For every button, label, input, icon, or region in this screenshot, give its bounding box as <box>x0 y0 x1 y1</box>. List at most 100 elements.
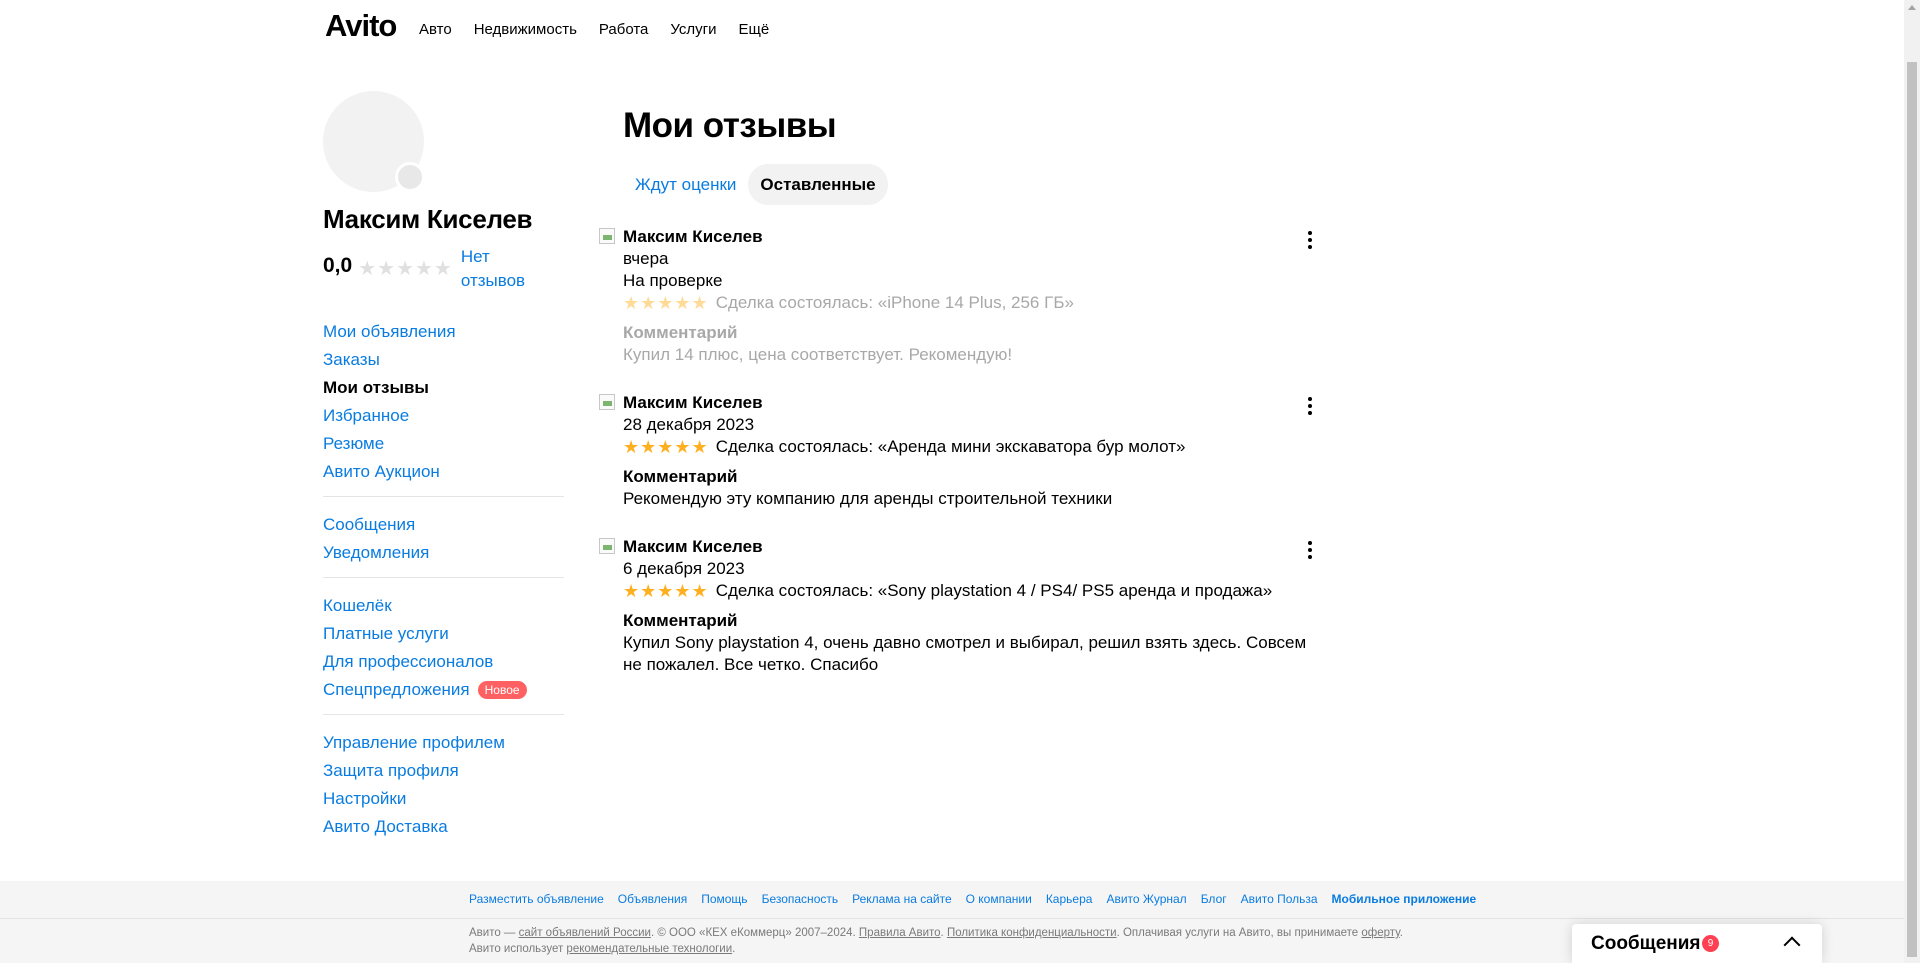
avatar-edit-badge[interactable] <box>395 162 425 192</box>
footer-link[interactable]: Объявления <box>618 892 687 906</box>
footer-link[interactable]: Авито Польза <box>1241 892 1318 906</box>
sidebar-group: Управление профилем Защита профиля Настрой… <box>323 729 564 851</box>
review-author: Максим Киселев <box>623 227 763 246</box>
nav-item-jobs[interactable]: Работа <box>599 21 649 38</box>
sidebar-item[interactable]: Сообщения <box>323 511 564 539</box>
review-author: Максим Киселев <box>623 393 763 412</box>
sidebar-item-label: Авито Аукцион <box>323 462 440 481</box>
messenger-unread-count: 9 <box>1702 935 1719 952</box>
tab-left[interactable]: Оставленные <box>748 164 888 205</box>
sidebar-item-label: Управление профилем <box>323 733 505 752</box>
footer-legal-link[interactable]: Правила Авито <box>859 927 941 939</box>
footer-legal-link[interactable]: оферту <box>1361 927 1399 939</box>
more-options-icon[interactable] <box>1302 541 1318 559</box>
nav-item-more[interactable]: Ещё <box>739 21 770 38</box>
nav-item-realty[interactable]: Недвижимость <box>474 21 577 38</box>
more-options-icon[interactable] <box>1302 397 1318 415</box>
review-status: На проверке <box>623 271 723 290</box>
sidebar-item[interactable]: Уведомления <box>323 539 564 567</box>
footer-link[interactable]: Реклама на сайте <box>852 892 952 906</box>
top-nav: Авто Недвижимость Работа Услуги Ещё <box>419 21 769 38</box>
footer-legal: Авито — сайт объявлений России. © ООО «К… <box>469 927 1403 955</box>
sidebar-item[interactable]: Защита профиля <box>323 757 564 785</box>
footer-legal-link[interactable]: сайт объявлений России <box>519 927 651 939</box>
sidebar-item[interactable]: Заказы <box>323 346 564 374</box>
sidebar-group: Мои объявления Заказы Мои отзывы Избранное Р… <box>323 318 564 497</box>
review-comment-label: Комментарий <box>623 467 738 486</box>
sidebar-item[interactable]: Для профессионалов <box>323 648 564 676</box>
footer-link[interactable]: О компании <box>966 892 1032 906</box>
profile-name: Максим Киселев <box>323 204 533 234</box>
sidebar-item[interactable]: Мои объявления <box>323 318 564 346</box>
scroll-up-arrow-icon[interactable] <box>1908 5 1916 10</box>
sidebar-item-label: Кошелёк <box>323 596 392 615</box>
messenger-title: Сообщения <box>1591 933 1701 954</box>
sidebar-item[interactable]: Настройки <box>323 785 564 813</box>
new-badge: Новое <box>477 681 527 699</box>
footer-legal-link[interactable]: рекомендательные технологии <box>566 943 732 955</box>
sidebar-item[interactable]: Спецпредложения Новое <box>323 676 564 704</box>
review-comment: Рекомендую эту компанию для аренды строи… <box>623 489 1113 508</box>
review-date: вчера <box>623 249 669 268</box>
no-reviews-link[interactable]: Нет отзывов <box>461 245 541 293</box>
sidebar-item[interactable]: Авито Доставка <box>323 813 564 841</box>
chevron-up-icon[interactable] <box>1783 936 1801 954</box>
review-date: 28 декабря 2023 <box>623 415 755 434</box>
footer-link[interactable]: Помощь <box>701 892 747 906</box>
rating-stars-icon: ★★★★★ <box>623 437 709 457</box>
sidebar-item[interactable]: Авито Аукцион <box>323 458 564 486</box>
rating-stars-icon: ★★★★★ <box>623 581 709 601</box>
rating-stars-icon: ★★★★★ <box>623 293 709 313</box>
review-deal-text[interactable]: Сделка состоялась: «Аренда мини экскават… <box>716 436 1186 458</box>
footer-legal-link[interactable]: Политика конфиденциальности <box>947 927 1117 939</box>
footer-divider <box>0 918 1904 919</box>
review-item: Максим Киселев 6 декабря 2023 ★★★★★ Сделка … <box>598 536 1318 676</box>
sidebar-item[interactable]: Управление профилем <box>323 729 564 757</box>
sidebar-item-label: Заказы <box>323 350 380 369</box>
review-author: Максим Киселев <box>623 537 763 556</box>
sidebar-item[interactable]: Платные услуги <box>323 620 564 648</box>
sidebar-item[interactable]: Резюме <box>323 430 564 458</box>
sidebar-item[interactable]: Кошелёк <box>323 592 564 620</box>
footer-link-mobile-app[interactable]: Мобильное приложение <box>1332 892 1477 906</box>
review-comment: Купил 14 плюс, цена соответствует. Реком… <box>623 345 1013 364</box>
more-options-icon[interactable] <box>1302 231 1318 249</box>
tab-awaiting[interactable]: Ждут оценки <box>623 164 748 205</box>
sidebar-item-label: Сообщения <box>323 515 416 534</box>
review-deal-text[interactable]: Сделка состоялась: «Sony playstation 4 /… <box>716 580 1273 602</box>
sidebar-item[interactable]: Избранное <box>323 402 564 430</box>
sidebar-item[interactable]: Мои отзывы <box>323 374 564 402</box>
footer-links: Разместить объявление Объявления Помощь Без… <box>469 892 1476 906</box>
review-deal: ★★★★★ Сделка состоялась: «Аренда мини экс… <box>623 436 1318 458</box>
sidebar-item-label: Резюме <box>323 434 385 453</box>
footer-link[interactable]: Безопасность <box>762 892 839 906</box>
scrollbar[interactable] <box>1904 0 1920 963</box>
footer-link[interactable]: Блог <box>1201 892 1227 906</box>
review-comment-label: Комментарий <box>623 611 738 630</box>
nav-item-services[interactable]: Услуги <box>670 21 716 38</box>
sidebar-item-label: Мои отзывы <box>323 378 429 397</box>
sidebar-item-label: Мои объявления <box>323 322 456 341</box>
footer-link[interactable]: Карьера <box>1046 892 1093 906</box>
review-item: Максим Киселев 28 декабря 2023 ★★★★★ Сделка… <box>598 392 1318 510</box>
review-deal: ★★★★★ Сделка состоялась: «iPhone 14 Plus,… <box>623 292 1318 314</box>
sidebar-item-label: Защита профиля <box>323 761 459 780</box>
review-deal-text[interactable]: Сделка состоялась: «iPhone 14 Plus, 256 … <box>716 292 1074 314</box>
scrollbar-thumb[interactable] <box>1907 62 1917 957</box>
profile-rating: 0,0 ★★★★★ Нет отзывов <box>323 245 541 293</box>
sidebar-menu: Мои объявления Заказы Мои отзывы Избранное Р… <box>323 318 564 865</box>
sidebar-item-label: Для профессионалов <box>323 652 494 671</box>
review-item: Максим Киселев вчера На проверке ★★★★★ Сделк… <box>598 226 1318 366</box>
sidebar-group: Сообщения Уведомления <box>323 511 564 578</box>
nav-item-auto[interactable]: Авто <box>419 21 452 38</box>
footer-link[interactable]: Авито Журнал <box>1106 892 1186 906</box>
review-deal: ★★★★★ Сделка состоялась: «Sony playstatio… <box>623 580 1318 602</box>
review-comment-label: Комментарий <box>623 323 738 342</box>
sidebar-item-label: Авито Доставка <box>323 817 448 836</box>
sidebar-item-label: Платные услуги <box>323 624 449 643</box>
sidebar-item-label: Уведомления <box>323 543 430 562</box>
messenger-widget[interactable]: Сообщения 9 <box>1572 924 1822 963</box>
avito-logo[interactable]: Avito <box>325 8 397 44</box>
footer-link[interactable]: Разместить объявление <box>469 892 604 906</box>
reviews-tabs: Ждут оценки Оставленные <box>623 164 888 205</box>
